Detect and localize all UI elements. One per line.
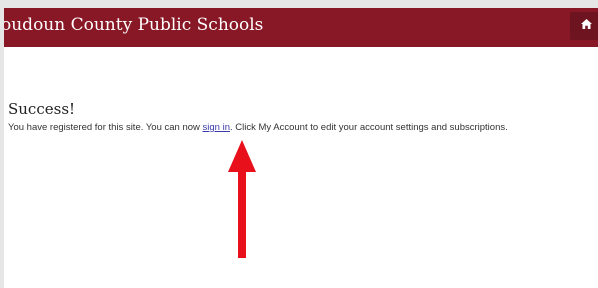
sign-in-link[interactable]: sign in bbox=[203, 122, 230, 133]
site-title-link[interactable]: oudoun County Public Schools bbox=[4, 15, 263, 35]
red-arrow-up-icon bbox=[228, 140, 256, 258]
success-message: You have registered for this site. You c… bbox=[8, 122, 508, 133]
site-header: oudoun County Public Schools bbox=[4, 8, 598, 47]
main-content: Success! You have registered for this si… bbox=[8, 100, 508, 133]
message-text-before: You have registered for this site. You c… bbox=[8, 122, 203, 133]
page-heading: Success! bbox=[8, 100, 76, 118]
browser-page: oudoun County Public Schools Success! Yo… bbox=[4, 8, 598, 288]
home-button[interactable] bbox=[570, 12, 598, 40]
home-icon bbox=[581, 19, 592, 29]
message-text-after: . Click My Account to edit your account … bbox=[230, 122, 508, 133]
